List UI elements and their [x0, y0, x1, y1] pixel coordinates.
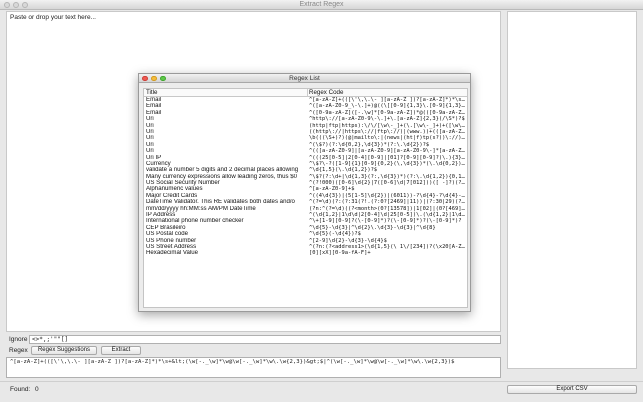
export-csv-button[interactable]: Export CSV	[507, 385, 637, 394]
table-row[interactable]: Hexadecimal Value [0][xX][0-9a-fA-F]+	[144, 250, 467, 256]
column-header-title[interactable]: Title	[146, 89, 308, 97]
table-header: Title Regex Code	[144, 89, 467, 97]
dialog-close-icon[interactable]	[142, 75, 148, 81]
regex-label: Regex	[9, 347, 28, 354]
regex-suggestions-button[interactable]: Regex Suggestions	[31, 346, 97, 355]
column-header-code[interactable]: Regex Code	[309, 89, 467, 97]
column-divider[interactable]	[307, 89, 308, 97]
zoom-window-icon[interactable]	[22, 2, 28, 8]
dialog-zoom-icon[interactable]	[160, 75, 166, 81]
divider	[0, 381, 643, 382]
table-rows: Email ^[a-zA-Z]+(([\'\,\.\- ][a-zA-Z ])?[…	[144, 97, 467, 257]
dialog-titlebar: Regex List	[139, 74, 470, 83]
found-count: 0	[35, 386, 39, 393]
row-title: Hexadecimal Value	[146, 250, 199, 257]
dialog-minimize-icon[interactable]	[151, 75, 157, 81]
window-title: Extract Regex	[299, 1, 344, 8]
found-label: Found:	[10, 386, 31, 393]
results-panel[interactable]	[507, 11, 637, 369]
ignore-label: Ignore	[9, 336, 28, 343]
window-titlebar: Extract Regex	[0, 0, 643, 10]
input-placeholder: Paste or drop your text here...	[10, 14, 96, 21]
ignore-input[interactable]: <>*,;'""[]	[29, 335, 501, 344]
regex-list-dialog: Regex List Title Regex Code Email ^[a-zA-…	[138, 73, 471, 312]
extract-button[interactable]: Extract	[101, 346, 141, 355]
regex-table: Title Regex Code Email ^[a-zA-Z]+(([\'\,\…	[143, 88, 468, 308]
row-regex-code: [0][xX][0-9a-fA-F]+	[309, 250, 371, 257]
minimize-window-icon[interactable]	[13, 2, 19, 8]
dialog-title: Regex List	[289, 75, 320, 82]
close-window-icon[interactable]	[4, 2, 10, 8]
regex-input[interactable]: ^[a-zA-Z]+(([\'\,\.\- ][a-zA-Z ])?[a-zA-…	[6, 357, 501, 378]
